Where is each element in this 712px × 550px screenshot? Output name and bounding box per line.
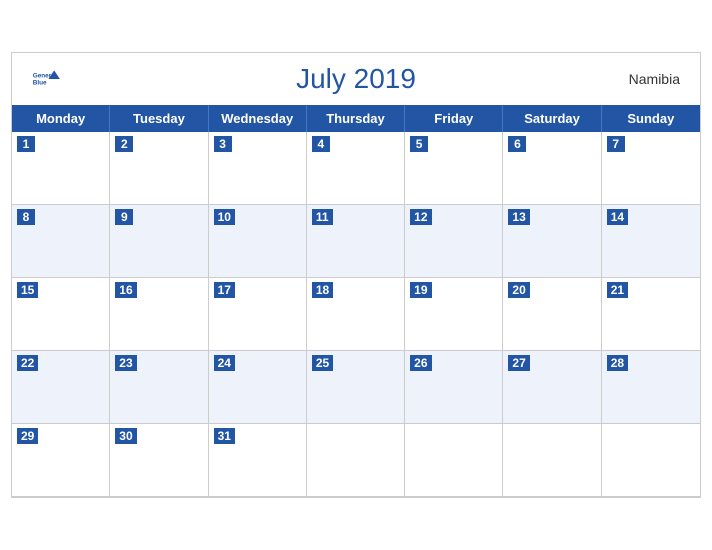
week-row-3: 15 16 17 18 19 20 21 xyxy=(12,278,700,351)
date-number-30: 30 xyxy=(115,428,136,444)
calendar-cell-28: 28 xyxy=(602,351,700,423)
date-number-7: 7 xyxy=(607,136,625,152)
date-number-6: 6 xyxy=(508,136,526,152)
calendar-cell-1: 1 xyxy=(12,132,110,204)
date-number-8: 8 xyxy=(17,209,35,225)
calendar-cell-15: 15 xyxy=(12,278,110,350)
date-number-13: 13 xyxy=(508,209,529,225)
calendar-cell-27: 27 xyxy=(503,351,601,423)
week-row-5: 29 30 31 xyxy=(12,424,700,497)
calendar-cell-18: 18 xyxy=(307,278,405,350)
calendar-cell-empty xyxy=(405,424,503,496)
date-number-2: 2 xyxy=(115,136,133,152)
calendar-cell-13: 13 xyxy=(503,205,601,277)
date-number-12: 12 xyxy=(410,209,431,225)
date-number-27: 27 xyxy=(508,355,529,371)
date-number-21: 21 xyxy=(607,282,628,298)
calendar-cell-6: 6 xyxy=(503,132,601,204)
calendar-cell-17: 17 xyxy=(209,278,307,350)
calendar-cell-14: 14 xyxy=(602,205,700,277)
date-number-17: 17 xyxy=(214,282,235,298)
calendar-cell-12: 12 xyxy=(405,205,503,277)
day-sunday: Sunday xyxy=(602,105,700,132)
calendar-cell-4: 4 xyxy=(307,132,405,204)
date-number-23: 23 xyxy=(115,355,136,371)
svg-text:Blue: Blue xyxy=(33,80,47,87)
date-number-18: 18 xyxy=(312,282,333,298)
calendar-cell-21: 21 xyxy=(602,278,700,350)
calendar-cell-19: 19 xyxy=(405,278,503,350)
date-number-31: 31 xyxy=(214,428,235,444)
calendar-cell-empty xyxy=(602,424,700,496)
week-row-1: 1 2 3 4 5 6 7 xyxy=(12,132,700,205)
week-row-4: 22 23 24 25 26 27 28 xyxy=(12,351,700,424)
day-thursday: Thursday xyxy=(307,105,405,132)
calendar-container: General Blue July 2019 Namibia Monday Tu… xyxy=(11,52,701,498)
calendar-cell-2: 2 xyxy=(110,132,208,204)
date-number-25: 25 xyxy=(312,355,333,371)
calendar-country: Namibia xyxy=(629,71,680,87)
calendar-cell-10: 10 xyxy=(209,205,307,277)
day-wednesday: Wednesday xyxy=(209,105,307,132)
calendar-cell-9: 9 xyxy=(110,205,208,277)
calendar-cell-29: 29 xyxy=(12,424,110,496)
calendar-cell-24: 24 xyxy=(209,351,307,423)
week-row-2: 8 9 10 11 12 13 14 xyxy=(12,205,700,278)
date-number-20: 20 xyxy=(508,282,529,298)
calendar-cell-23: 23 xyxy=(110,351,208,423)
day-saturday: Saturday xyxy=(503,105,601,132)
date-number-16: 16 xyxy=(115,282,136,298)
calendar-cell-8: 8 xyxy=(12,205,110,277)
calendar-cell-3: 3 xyxy=(209,132,307,204)
date-number-3: 3 xyxy=(214,136,232,152)
date-number-29: 29 xyxy=(17,428,38,444)
date-number-11: 11 xyxy=(312,209,333,225)
date-number-19: 19 xyxy=(410,282,431,298)
date-number-5: 5 xyxy=(410,136,428,152)
date-number-22: 22 xyxy=(17,355,38,371)
date-number-26: 26 xyxy=(410,355,431,371)
calendar-cell-30: 30 xyxy=(110,424,208,496)
general-blue-logo: General Blue xyxy=(32,69,62,89)
day-tuesday: Tuesday xyxy=(110,105,208,132)
days-header: Monday Tuesday Wednesday Thursday Friday… xyxy=(12,105,700,132)
calendar-cell-empty xyxy=(307,424,405,496)
date-number-24: 24 xyxy=(214,355,235,371)
calendar-cell-25: 25 xyxy=(307,351,405,423)
calendar-cell-22: 22 xyxy=(12,351,110,423)
date-number-15: 15 xyxy=(17,282,38,298)
date-number-28: 28 xyxy=(607,355,628,371)
logo-area: General Blue xyxy=(32,69,62,89)
date-number-10: 10 xyxy=(214,209,235,225)
calendar-header: General Blue July 2019 Namibia xyxy=(12,53,700,105)
calendar-cell-26: 26 xyxy=(405,351,503,423)
calendar-cell-7: 7 xyxy=(602,132,700,204)
calendar-cell-20: 20 xyxy=(503,278,601,350)
day-friday: Friday xyxy=(405,105,503,132)
calendar-cell-5: 5 xyxy=(405,132,503,204)
date-number-1: 1 xyxy=(17,136,35,152)
calendar-grid: 1234567891011121314151617181920212223242… xyxy=(12,132,700,497)
calendar-cell-31: 31 xyxy=(209,424,307,496)
calendar-cell-11: 11 xyxy=(307,205,405,277)
calendar-cell-empty xyxy=(503,424,601,496)
date-number-9: 9 xyxy=(115,209,133,225)
date-number-4: 4 xyxy=(312,136,330,152)
date-number-14: 14 xyxy=(607,209,628,225)
calendar-title: July 2019 xyxy=(32,63,680,95)
calendar-cell-16: 16 xyxy=(110,278,208,350)
day-monday: Monday xyxy=(12,105,110,132)
